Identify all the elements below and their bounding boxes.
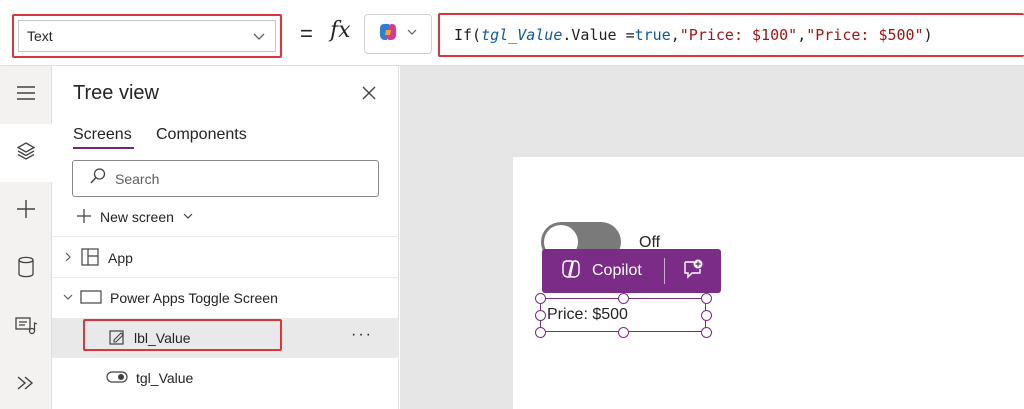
left-rail <box>0 66 52 409</box>
tab-components[interactable]: Components <box>156 126 247 144</box>
search-icon <box>89 167 107 190</box>
resize-handle[interactable] <box>701 327 712 338</box>
screen-icon <box>80 289 102 308</box>
copilot-label: Copilot <box>592 262 642 279</box>
resize-handle[interactable] <box>618 327 629 338</box>
media-icon <box>14 314 38 341</box>
chevron-down-icon <box>62 290 74 306</box>
equals-sign: = <box>300 21 313 46</box>
divider <box>52 236 399 237</box>
tree-node-label: tgl_Value <box>136 370 194 386</box>
copilot-icon <box>378 22 398 47</box>
search-input[interactable]: Search <box>72 160 379 197</box>
new-screen-button[interactable]: New screen <box>76 206 194 228</box>
rail-power-automate-button[interactable] <box>0 356 52 409</box>
copilot-chat-button[interactable] <box>665 258 721 285</box>
chevron-down-icon <box>406 25 418 43</box>
formula-separator: , <box>670 26 680 44</box>
plus-icon <box>76 208 92 227</box>
formula-close-paren: ) <box>923 26 933 44</box>
copilot-button[interactable]: Copilot <box>542 249 664 293</box>
copilot-icon <box>560 258 582 285</box>
formula-keyword: true <box>634 26 671 44</box>
resize-handle[interactable] <box>535 293 546 304</box>
formula-string-false: "Price: $500" <box>806 26 924 44</box>
fx-icon[interactable]: fx <box>330 18 351 43</box>
tree-node-tgl-value[interactable]: tgl_Value <box>52 358 399 398</box>
rail-media-button[interactable] <box>0 298 52 356</box>
formula-property: .Value = <box>562 26 635 44</box>
new-screen-label: New screen <box>100 209 174 225</box>
app-screen: Off Copilot Price: $500 <box>513 157 1024 409</box>
chat-add-icon <box>682 258 704 285</box>
chevron-down-icon <box>251 28 267 44</box>
search-placeholder: Search <box>115 170 160 187</box>
tree-node-label: Power Apps Toggle Screen <box>110 290 278 306</box>
resize-handle[interactable] <box>701 310 712 321</box>
resize-handle[interactable] <box>618 293 629 304</box>
formula-control-ref: tgl_Value <box>481 26 563 44</box>
more-options-icon[interactable]: ··· <box>351 326 373 344</box>
close-icon[interactable] <box>358 82 380 104</box>
chevron-down-icon <box>182 209 194 225</box>
formula-bar: Text = fx If(tgl_Value .Value = true, "Pr… <box>0 0 1024 66</box>
property-dropdown-value: Text <box>27 28 53 44</box>
tree-node-app[interactable]: App <box>52 238 399 278</box>
formula-input[interactable]: If(tgl_Value .Value = true, "Price: $100"… <box>438 13 1024 57</box>
rail-data-button[interactable] <box>0 240 52 298</box>
app-icon <box>80 247 100 270</box>
toggle-control-icon <box>106 370 128 387</box>
plus-icon <box>15 198 37 225</box>
design-canvas: Off Copilot Price: $500 <box>400 66 1024 409</box>
rail-tree-view-button[interactable] <box>0 124 52 182</box>
resize-handle[interactable] <box>701 293 712 304</box>
copilot-toolbar: Copilot <box>542 249 721 293</box>
layers-icon <box>15 140 37 167</box>
tree-view-panel: Tree view Screens Components Search New … <box>52 66 399 409</box>
resize-handle[interactable] <box>535 327 546 338</box>
power-automate-icon <box>15 372 37 399</box>
rail-insert-button[interactable] <box>0 182 52 240</box>
panel-title: Tree view <box>73 82 159 104</box>
formula-function: If( <box>454 26 482 44</box>
chevron-right-icon <box>62 250 74 266</box>
database-icon <box>17 256 35 283</box>
formula-string-true: "Price: $100" <box>679 26 798 44</box>
highlight-annotation <box>83 319 282 351</box>
resize-handle[interactable] <box>535 310 546 321</box>
active-tab-indicator <box>73 147 134 149</box>
tree-node-screen[interactable]: Power Apps Toggle Screen <box>52 278 399 318</box>
tree-node-label: App <box>108 250 133 266</box>
hamburger-icon <box>16 85 36 106</box>
property-dropdown[interactable]: Text <box>12 14 282 58</box>
copilot-formula-button[interactable] <box>364 14 432 54</box>
label-value: Price: $500 <box>547 306 628 323</box>
tab-screens[interactable]: Screens <box>73 126 132 144</box>
formula-separator: , <box>797 26 807 44</box>
rail-menu-button[interactable] <box>0 66 52 124</box>
